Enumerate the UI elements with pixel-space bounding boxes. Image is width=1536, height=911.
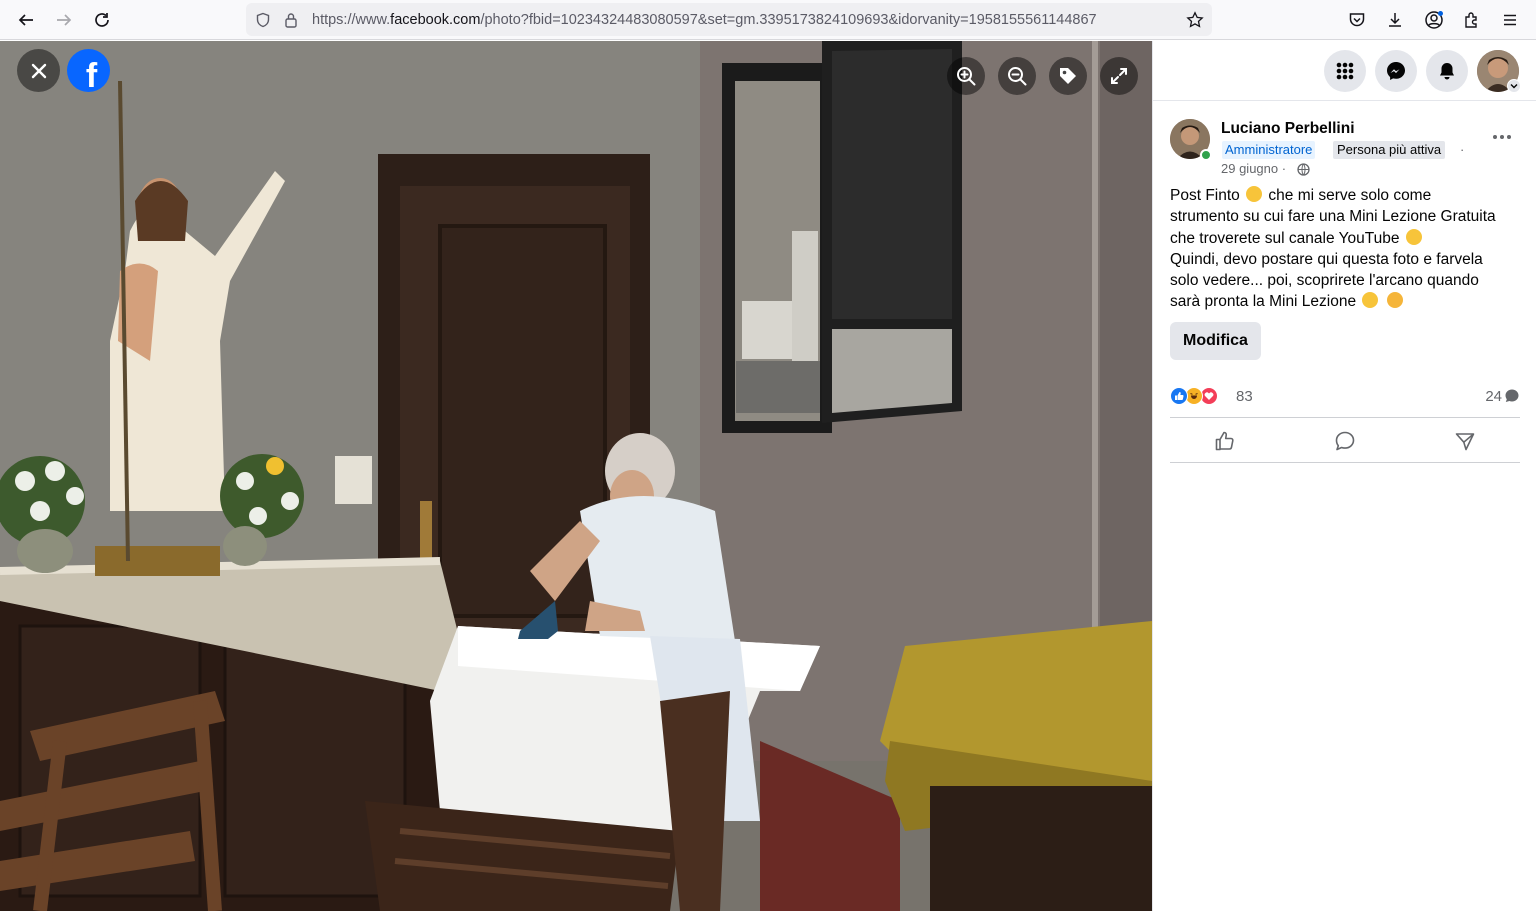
share-button[interactable]: [1449, 425, 1481, 457]
more-options-icon: [1493, 135, 1511, 139]
close-button[interactable]: [17, 49, 60, 92]
post-text-line: Post Finto: [1170, 187, 1240, 204]
post-text-line: che troverete sul canale YouTube: [1170, 229, 1400, 247]
post-text: Post Finto che mi serve solo come strume…: [1170, 185, 1522, 313]
post-text-line: strumento su cui fare una Mini Lezione G…: [1170, 208, 1496, 226]
zoom-out-icon: [1008, 67, 1027, 86]
post-actions-bar: [1170, 417, 1520, 463]
thumbs-up-icon: [1215, 431, 1234, 451]
like-button[interactable]: [1209, 425, 1241, 457]
url-prefix: https://www.: [312, 12, 391, 28]
browser-toolbar: https://www.facebook.com/photo?fbid=1023…: [0, 0, 1536, 40]
close-icon: [31, 63, 46, 78]
tag-photo-button[interactable]: [1049, 57, 1087, 95]
like-reaction-icon: [1170, 387, 1188, 405]
grid-icon: [1336, 62, 1354, 80]
account-icon[interactable]: [1422, 8, 1446, 32]
tag-icon: [1060, 68, 1076, 84]
post-options-button[interactable]: [1488, 123, 1516, 151]
post-side-panel: Luciano Perbellini Amministratore Person…: [1152, 41, 1536, 911]
post-header: Luciano Perbellini Amministratore Person…: [1170, 119, 1520, 179]
share-icon: [1455, 433, 1475, 451]
account-caret[interactable]: [1507, 79, 1521, 93]
reaction-count[interactable]: 83: [1236, 388, 1253, 405]
pocket-icon[interactable]: [1345, 8, 1369, 32]
messenger-icon: [1387, 62, 1405, 80]
expand-icon: [1111, 68, 1127, 84]
wink-emoji-icon: [1362, 292, 1379, 309]
edit-post-button[interactable]: Modifica: [1170, 322, 1261, 360]
fullscreen-button[interactable]: [1100, 57, 1138, 95]
comment-icon: [1335, 431, 1355, 451]
post-text-line: che mi serve solo come: [1268, 187, 1432, 204]
extensions-icon[interactable]: [1460, 8, 1484, 32]
comment-bubble-icon: [1505, 389, 1519, 402]
lock-icon[interactable]: [280, 9, 302, 31]
facebook-logo-letter: f: [85, 57, 98, 92]
messenger-button[interactable]: [1375, 50, 1417, 92]
badge-separator: ·: [1460, 142, 1465, 157]
zoom-out-button[interactable]: [998, 57, 1036, 95]
most-active-badge[interactable]: Persona più attiva: [1333, 141, 1446, 159]
shield-icon[interactable]: [252, 9, 274, 31]
menu-grid-button[interactable]: [1324, 50, 1366, 92]
kiss-emoji-icon: [1386, 292, 1403, 309]
post-date[interactable]: 29 giugno ·: [1221, 161, 1286, 176]
zoom-in-icon: [957, 67, 976, 86]
url-domain: facebook.com: [390, 12, 481, 28]
chevron-down-icon: [1510, 84, 1518, 89]
download-icon[interactable]: [1383, 8, 1407, 32]
grinning-sweat-emoji-icon: [1246, 186, 1263, 202]
post-text-line: Quindi, devo postare qui questa foto e f…: [1170, 250, 1483, 268]
zoom-in-button[interactable]: [947, 57, 985, 95]
post-photo: [0, 41, 1152, 911]
bell-icon: [1440, 63, 1454, 80]
menu-icon[interactable]: [1498, 8, 1522, 32]
address-bar[interactable]: https://www.facebook.com/photo?fbid=1023…: [246, 3, 1212, 36]
notifications-button[interactable]: [1426, 50, 1468, 92]
post-text-line: solo vedere... poi, scoprirete l'arcano …: [1170, 272, 1479, 290]
post-text-line: sarà pronta la Mini Lezione: [1170, 293, 1357, 311]
url-text: https://www.facebook.com/photo?fbid=1023…: [312, 12, 1097, 28]
comment-count[interactable]: 24: [1485, 388, 1502, 405]
author-name[interactable]: Luciano Perbellini: [1221, 120, 1355, 138]
comment-button[interactable]: [1329, 425, 1361, 457]
reactions-summary[interactable]: 83 24: [1170, 385, 1520, 407]
party-face-emoji-icon: [1405, 228, 1422, 245]
online-status-dot: [1200, 149, 1212, 161]
photo-viewer[interactable]: f: [0, 41, 1152, 911]
url-path: /photo?fbid=10234324483080597&set=gm.339…: [480, 12, 1097, 28]
admin-badge[interactable]: Amministratore: [1222, 141, 1316, 159]
top-icons-bar: [1153, 41, 1536, 101]
bookmark-star-icon[interactable]: [1184, 9, 1206, 31]
facebook-logo[interactable]: f: [67, 49, 110, 92]
reload-icon[interactable]: [88, 6, 116, 34]
forward-icon[interactable]: [50, 6, 78, 34]
globe-icon: [1297, 163, 1310, 176]
back-icon[interactable]: [12, 6, 40, 34]
